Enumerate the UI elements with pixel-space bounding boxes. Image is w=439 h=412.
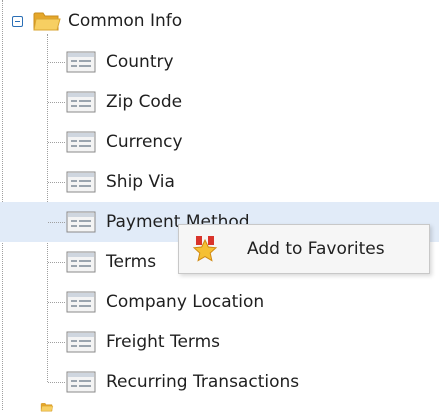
tree-item-ship-via[interactable]: Ship Via xyxy=(0,162,439,202)
form-icon xyxy=(66,171,96,193)
tree-node-common-info[interactable]: Common Info xyxy=(0,5,439,35)
folder-open-icon xyxy=(33,10,61,32)
form-icon xyxy=(66,251,96,273)
tree-guide-horizontal xyxy=(48,222,65,223)
tree-guide-horizontal xyxy=(48,382,65,383)
tree-node-label: Common Info xyxy=(68,11,183,31)
form-icon xyxy=(66,211,96,233)
tree-item-label: Freight Terms xyxy=(106,332,221,352)
tree-item-freight-terms[interactable]: Freight Terms xyxy=(0,322,439,362)
tree-item-label: Ship Via xyxy=(106,172,175,192)
tree-guide-horizontal xyxy=(48,262,65,263)
form-icon xyxy=(66,371,96,393)
tree-item-company-location[interactable]: Company Location xyxy=(0,282,439,322)
form-icon xyxy=(66,331,96,353)
tree-item-label: Zip Code xyxy=(106,92,183,112)
tree-item-recurring-transactions[interactable]: Recurring Transactions xyxy=(0,362,439,402)
form-icon xyxy=(66,51,96,73)
context-menu: Add to Favorites xyxy=(178,224,430,274)
navigation-tree: Common Info Country Zip Code Currency Sh… xyxy=(0,0,439,410)
form-icon xyxy=(66,291,96,313)
form-icon xyxy=(66,91,96,113)
folder-icon xyxy=(33,402,61,412)
tree-guide-horizontal xyxy=(48,62,65,63)
favorite-star-icon xyxy=(192,236,218,262)
tree-guide-horizontal xyxy=(48,102,65,103)
collapse-toggle[interactable] xyxy=(12,16,23,27)
menu-item-label: Add to Favorites xyxy=(247,239,385,259)
tree-guide-horizontal xyxy=(48,302,65,303)
tree-item-label: Currency xyxy=(106,132,183,152)
tree-guide-horizontal xyxy=(48,182,65,183)
tree-item-label: Country xyxy=(106,52,174,72)
form-icon xyxy=(66,131,96,153)
tree-item-zip-code[interactable]: Zip Code xyxy=(0,82,439,122)
add-to-favorites-menu-item[interactable]: Add to Favorites xyxy=(179,225,429,273)
tree-item-label: Company Location xyxy=(106,292,265,312)
tree-item-currency[interactable]: Currency xyxy=(0,122,439,162)
tree-guide-horizontal xyxy=(48,142,65,143)
tree-item-label: Terms xyxy=(106,252,157,272)
tree-item-country[interactable]: Country xyxy=(0,42,439,82)
tree-guide-horizontal xyxy=(48,342,65,343)
tree-item-label: Recurring Transactions xyxy=(106,372,300,392)
